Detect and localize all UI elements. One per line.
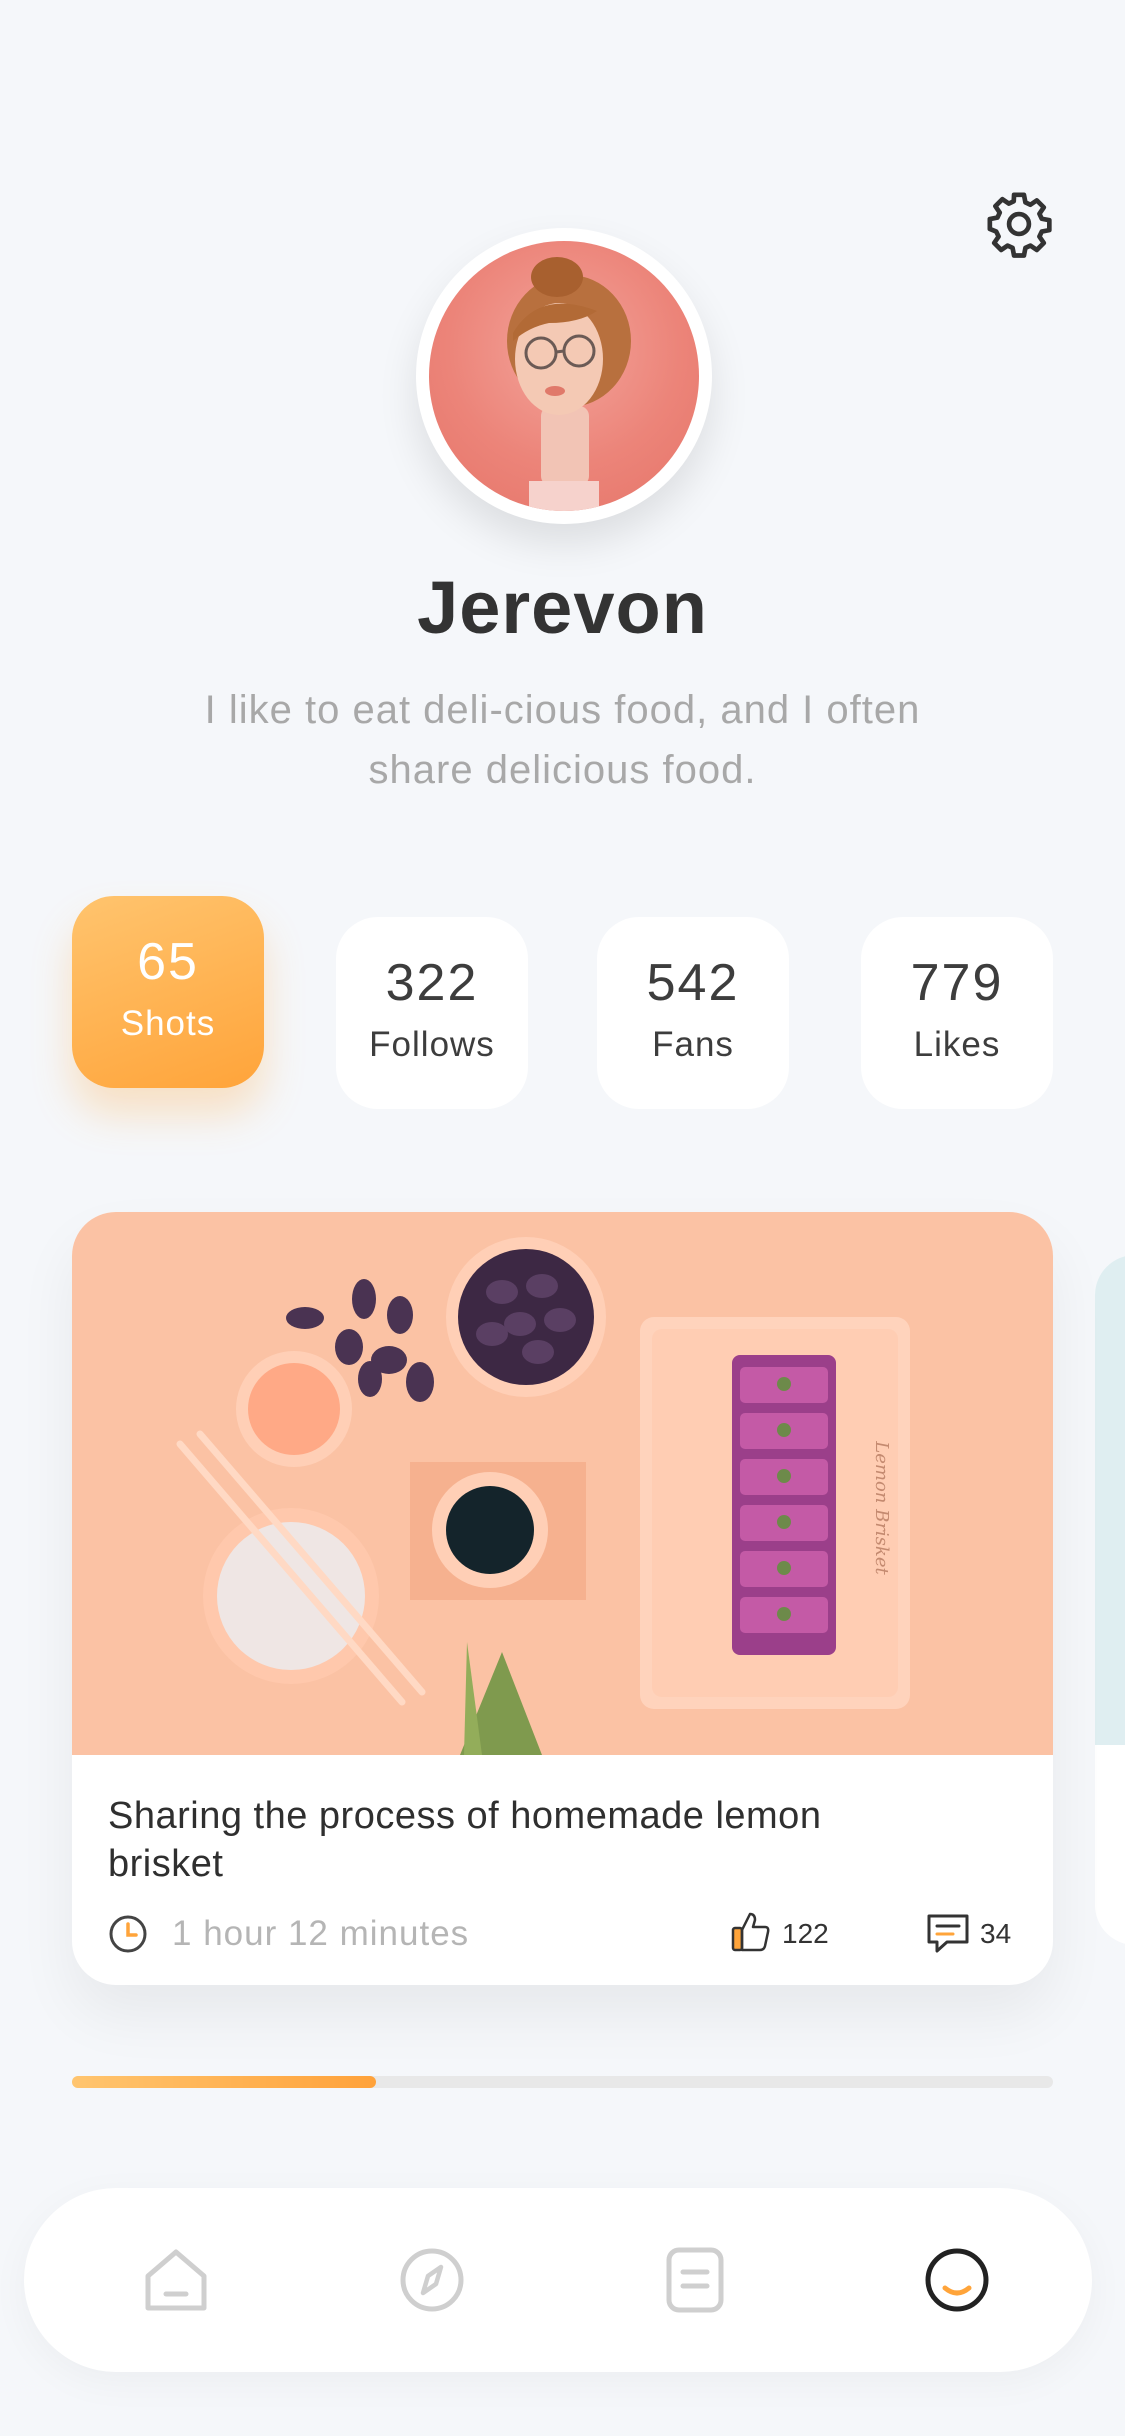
- stat-value: 542: [646, 954, 740, 1012]
- stat-follows[interactable]: 322 Follows: [336, 917, 528, 1109]
- avatar[interactable]: [416, 228, 712, 524]
- post-title: Sharing the process of homemade lemon br…: [108, 1795, 822, 1885]
- stat-shots[interactable]: 65 Shots: [72, 896, 264, 1088]
- tab-home[interactable]: [131, 2235, 221, 2325]
- home-icon: [145, 2249, 207, 2311]
- plate-label: Lemon Brisket: [871, 1440, 892, 1575]
- stat-value: 322: [385, 954, 479, 1012]
- profile-screen: Jerevon I like to eat deli-cious food, a…: [0, 0, 1125, 2436]
- avatar-photo: [429, 241, 699, 511]
- like-count: 122: [782, 1918, 829, 1949]
- stat-label: Fans: [652, 1025, 734, 1064]
- post-time: 1 hour 12 minutes: [172, 1914, 470, 1953]
- carousel-progress-fill: [72, 2076, 377, 2088]
- tab-bar: [24, 2188, 1092, 2372]
- profile-bio: I like to eat deli-cious food, and I oft…: [204, 688, 921, 792]
- thumbs-up-icon[interactable]: [727, 1908, 775, 1956]
- carousel-progress: [72, 2076, 1053, 2088]
- next-post-card[interactable]: [1095, 1255, 1125, 1945]
- notes-icon: [666, 2247, 724, 2313]
- post-image: Lemon Brisket: [72, 1212, 1053, 1755]
- stat-label: Likes: [913, 1025, 1001, 1064]
- stat-label: Follows: [369, 1025, 495, 1064]
- stat-fans[interactable]: 542 Fans: [597, 917, 789, 1109]
- profile-icon: [925, 2248, 989, 2312]
- tab-profile[interactable]: [912, 2235, 1002, 2325]
- next-post-image: [1095, 1255, 1125, 1745]
- profile-name: Jerevon: [417, 566, 708, 649]
- gear-icon: [987, 192, 1052, 258]
- stat-likes[interactable]: 779 Likes: [861, 917, 1053, 1109]
- settings-button[interactable]: [980, 185, 1058, 263]
- stat-label: Shots: [120, 1004, 216, 1043]
- tab-notes[interactable]: [650, 2235, 740, 2325]
- stat-value: 779: [910, 954, 1004, 1012]
- post-card[interactable]: Lemon Brisket Sharing the process of hom…: [72, 1212, 1053, 1985]
- clock-icon: [109, 1915, 147, 1953]
- stat-value: 65: [137, 933, 199, 991]
- compass-icon: [400, 2248, 464, 2312]
- comment-count: 34: [980, 1918, 1012, 1949]
- tab-explore[interactable]: [387, 2235, 477, 2325]
- comment-icon[interactable]: [925, 1910, 971, 1956]
